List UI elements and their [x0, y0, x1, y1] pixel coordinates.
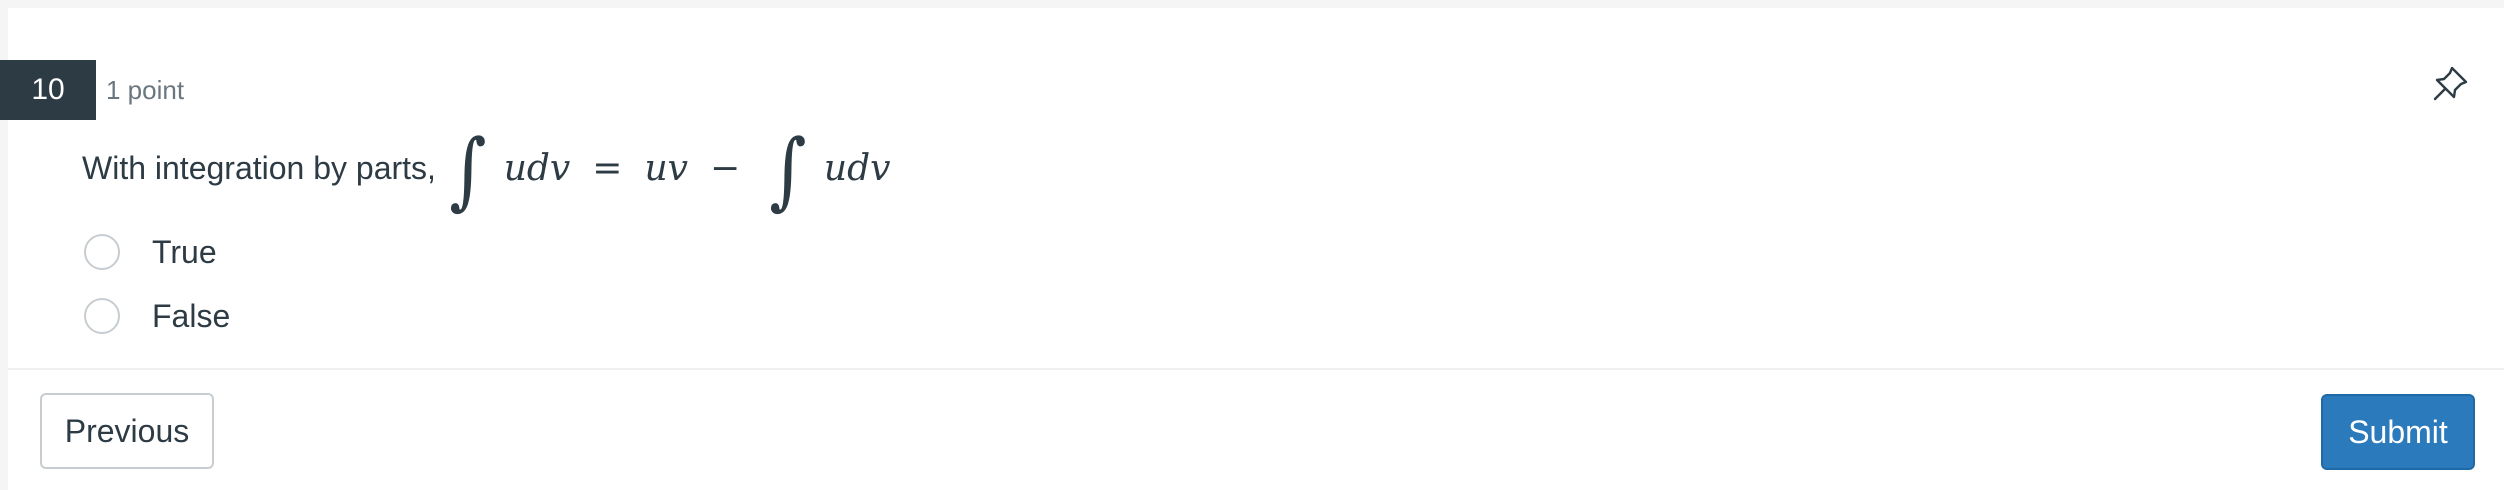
quiz-question-card: 10 1 point With integration by parts, ∫ … — [0, 8, 2504, 490]
question-prompt-text: With integration by parts, — [82, 149, 436, 186]
question-prompt: With integration by parts, ∫ udv = uv − … — [82, 121, 891, 219]
answer-option-label: False — [152, 297, 231, 334]
math-minus: − — [709, 147, 741, 189]
pin-icon[interactable] — [2430, 64, 2470, 104]
math-term-right: udv — [823, 147, 891, 189]
integral-sign-left: ∫ — [449, 121, 487, 219]
previous-button[interactable]: Previous — [40, 393, 214, 469]
submit-button[interactable]: Submit — [2321, 394, 2475, 470]
question-number-badge: 10 — [0, 60, 96, 120]
question-points: 1 point — [106, 75, 185, 105]
answer-option-label: True — [152, 233, 217, 270]
math-term-middle: uv — [644, 147, 688, 189]
integral-sign-right: ∫ — [769, 121, 807, 219]
math-expression: ∫ udv = uv − ∫ udv — [442, 121, 891, 219]
answer-option-true[interactable]: True — [84, 220, 230, 284]
radio-button-true[interactable] — [84, 234, 120, 270]
math-equals: = — [592, 147, 623, 189]
radio-button-false[interactable] — [84, 298, 120, 334]
pin-icon-graphic — [2433, 66, 2468, 101]
math-term-left: udv — [503, 147, 571, 189]
footer-divider — [8, 368, 2504, 370]
answer-option-false[interactable]: False — [84, 284, 230, 348]
answer-options: True False — [84, 220, 230, 348]
